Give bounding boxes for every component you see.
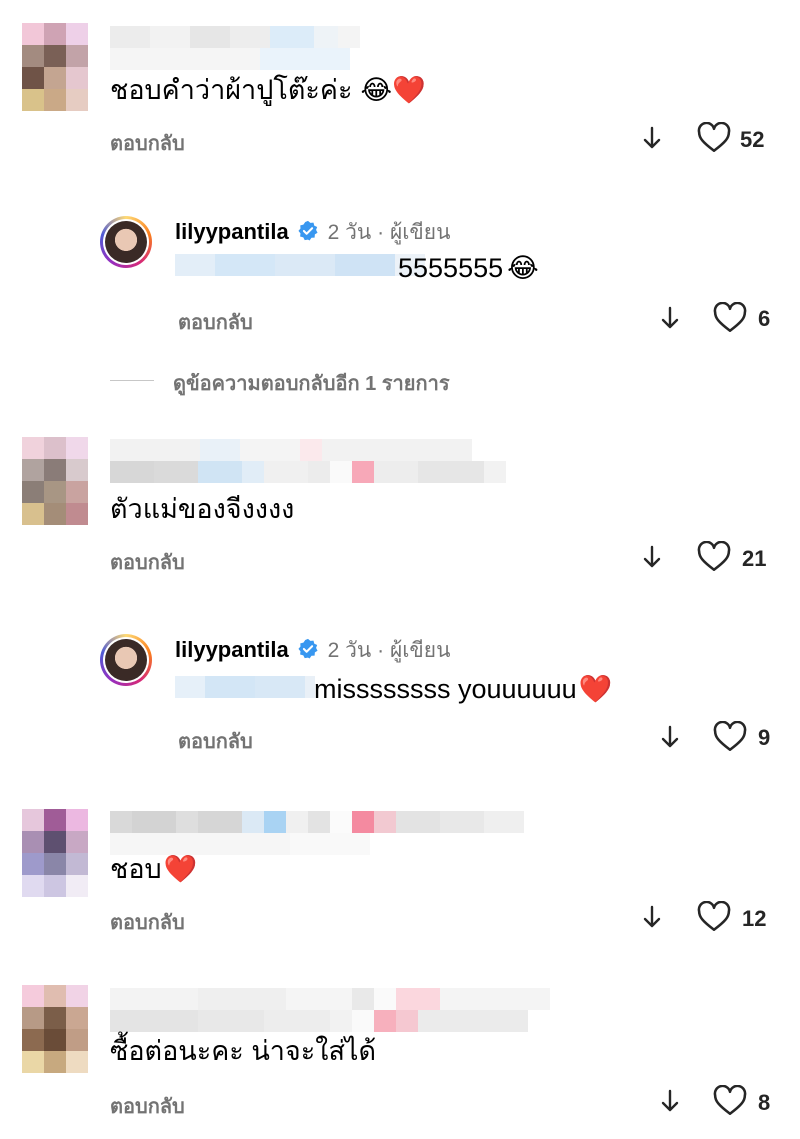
heart-outline-icon[interactable] <box>697 540 731 578</box>
arrow-down-icon[interactable] <box>660 305 680 336</box>
comment-text: ซื้อต่อนะคะ น่าจะใส่ได้ <box>110 1036 377 1066</box>
verified-badge-icon <box>297 220 319 247</box>
reply-header: lilyypantila 2 วัน · ผู้เขียน <box>175 216 450 249</box>
username-redacted <box>110 988 550 1010</box>
laugh-heart-emoji: 😂❤️ <box>360 75 426 105</box>
view-more-replies-link[interactable]: ดูข้อความตอบกลับอีก 1 รายการ <box>173 367 450 399</box>
heart-outline-icon[interactable] <box>697 900 731 938</box>
reply-button[interactable]: ตอบกลับ <box>110 546 185 578</box>
heart-outline-icon[interactable] <box>697 121 731 159</box>
reply-text: 5555555 😂 <box>398 253 539 283</box>
mention-redacted <box>175 676 315 698</box>
username-redacted <box>110 26 360 48</box>
username-redacted <box>110 439 472 461</box>
reply-button[interactable]: ตอบกลับ <box>110 1090 185 1122</box>
avatar-photo <box>105 221 147 263</box>
heart-outline-icon[interactable] <box>713 301 747 339</box>
reply-button[interactable]: ตอบกลับ <box>110 127 185 159</box>
reply-meta: 2 วัน · ผู้เขียน <box>327 221 451 244</box>
arrow-down-icon[interactable] <box>642 904 662 935</box>
username[interactable]: lilyypantila <box>175 637 289 662</box>
username-redacted <box>110 461 506 483</box>
like-count: 8 <box>758 1090 771 1115</box>
username-redacted <box>110 48 350 70</box>
reply-button[interactable]: ตอบกลับ <box>178 725 253 757</box>
reply-text: missssssss youuuuuu❤️ <box>314 674 613 704</box>
comment-text: ตัวแม่ของจีงงงง <box>110 494 295 524</box>
heart-emoji: ❤️ <box>163 854 198 884</box>
arrow-down-icon[interactable] <box>660 724 680 755</box>
arrow-down-icon[interactable] <box>642 125 662 156</box>
avatar[interactable] <box>22 985 88 1073</box>
verified-badge-icon <box>297 638 319 665</box>
comment-text: ชอบ❤️ <box>110 854 198 884</box>
avatar[interactable] <box>22 23 88 111</box>
like-count: 6 <box>758 306 771 331</box>
reply-meta: 2 วัน · ผู้เขียน <box>327 639 451 662</box>
avatar[interactable] <box>100 634 152 686</box>
avatar[interactable] <box>22 437 88 525</box>
view-replies-divider <box>110 380 154 381</box>
laugh-emoji: 😂 <box>507 253 539 283</box>
avatar-photo <box>105 639 147 681</box>
like-count: 21 <box>742 546 767 571</box>
username[interactable]: lilyypantila <box>175 219 289 244</box>
mention-redacted <box>175 254 425 276</box>
heart-outline-icon[interactable] <box>713 720 747 758</box>
arrow-down-icon[interactable] <box>660 1088 680 1119</box>
username-redacted <box>110 1010 528 1032</box>
heart-emoji: ❤️ <box>578 674 613 704</box>
username-redacted <box>110 811 524 833</box>
like-count: 52 <box>740 127 765 152</box>
heart-outline-icon[interactable] <box>713 1084 747 1122</box>
comment-text: ชอบคำว่าผ้าปูโต๊ะค่ะ 😂❤️ <box>110 75 426 105</box>
like-count: 12 <box>742 906 767 931</box>
avatar[interactable] <box>100 216 152 268</box>
avatar[interactable] <box>22 809 88 897</box>
arrow-down-icon[interactable] <box>642 544 662 575</box>
reply-button[interactable]: ตอบกลับ <box>178 306 253 338</box>
like-count: 9 <box>758 725 771 750</box>
reply-button[interactable]: ตอบกลับ <box>110 906 185 938</box>
reply-header: lilyypantila 2 วัน · ผู้เขียน <box>175 634 450 667</box>
